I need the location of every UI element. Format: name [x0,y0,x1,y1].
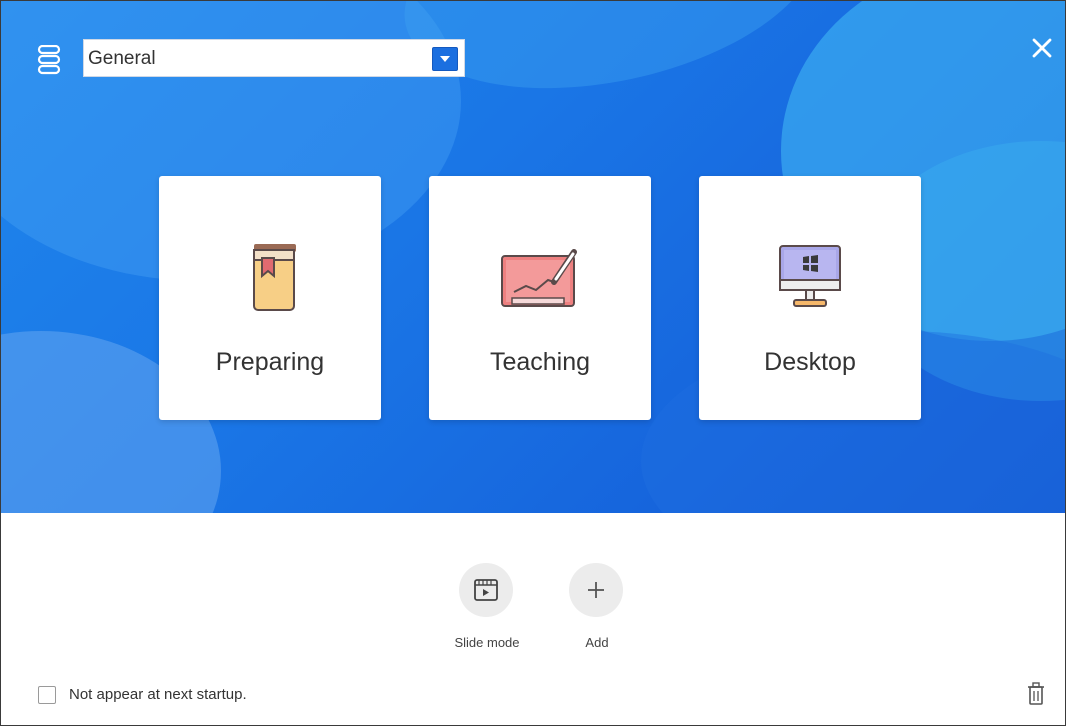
hero-banner: General Preparing Teaching Desktop [1,1,1065,513]
teaching-label: Teaching [489,348,591,376]
mode-select-value: General [88,48,156,69]
preparing-card[interactable]: Preparing [159,176,381,420]
slide-mode-label: Slide mode [454,635,520,650]
desktop-card[interactable]: Desktop [699,176,921,420]
desktop-label: Desktop [764,348,856,376]
close-button[interactable] [1029,35,1055,61]
trash-icon[interactable] [1025,681,1047,707]
windows-monitor-icon [699,242,921,312]
whiteboard-pen-icon [429,242,651,312]
close-icon [1032,38,1052,58]
startup-window: General Preparing Teaching Desktop Slide… [0,0,1066,726]
add-circle[interactable] [569,563,623,617]
preparing-label: Preparing [215,348,325,376]
chevron-down-icon [440,56,450,62]
startup-checkbox-label[interactable]: Not appear at next startup. [69,686,247,703]
slide-play-icon [474,579,498,601]
add-label: Add [585,635,609,650]
startup-checkbox[interactable] [38,686,56,704]
menu-stack-icon[interactable] [37,44,61,75]
mode-select[interactable]: General [83,39,465,77]
add-button[interactable]: Add [569,563,625,650]
slide-mode-circle[interactable] [459,563,513,617]
teaching-card[interactable]: Teaching [429,176,651,420]
slide-mode-button[interactable]: Slide mode [454,563,520,650]
dropdown-toggle-button[interactable] [432,47,458,71]
book-bookmark-icon [159,242,381,312]
plus-icon [588,582,604,598]
